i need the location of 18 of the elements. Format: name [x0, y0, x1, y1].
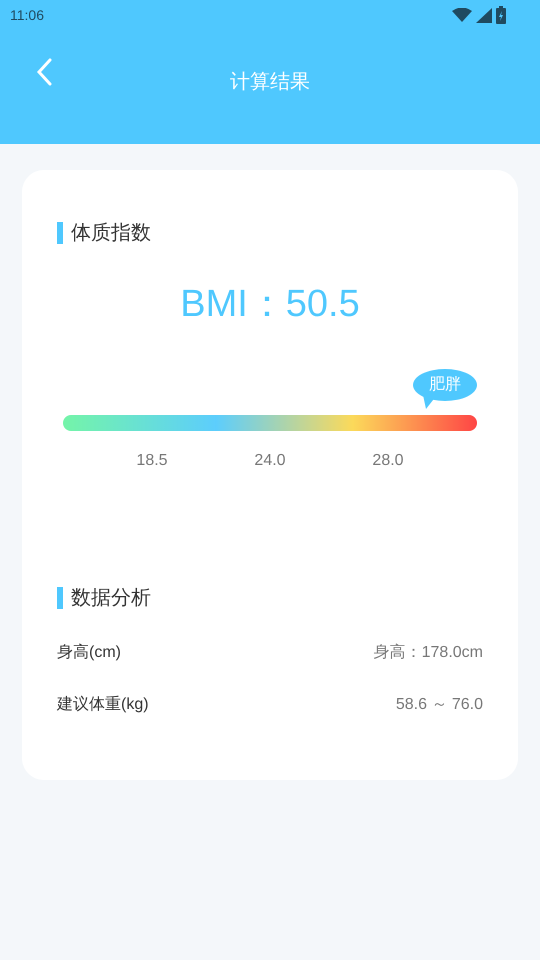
section-marker — [57, 222, 63, 244]
section-title: 数据分析 — [71, 586, 151, 611]
battery-icon — [496, 6, 506, 24]
row-value: 58.6 ～ 76.0 — [396, 695, 483, 715]
back-icon[interactable] — [36, 58, 52, 86]
row-value: 身高：178.0cm — [374, 642, 483, 663]
scale-label: 18.5 — [135, 451, 169, 471]
row-label: 建议体重(kg) — [57, 694, 149, 715]
row-label: 身高(cm) — [57, 642, 121, 663]
wifi-icon — [452, 8, 472, 22]
bmi-value: BMI：50.5 — [180, 283, 360, 325]
page-title: 计算结果 — [230, 70, 310, 95]
scale-label: 24.0 — [253, 451, 287, 471]
signal-icon — [476, 8, 492, 22]
status-time: 11:06 — [10, 6, 44, 24]
section-marker — [57, 587, 63, 609]
scale-label: 28.0 — [371, 451, 405, 471]
section-title: 体质指数 — [71, 221, 151, 246]
